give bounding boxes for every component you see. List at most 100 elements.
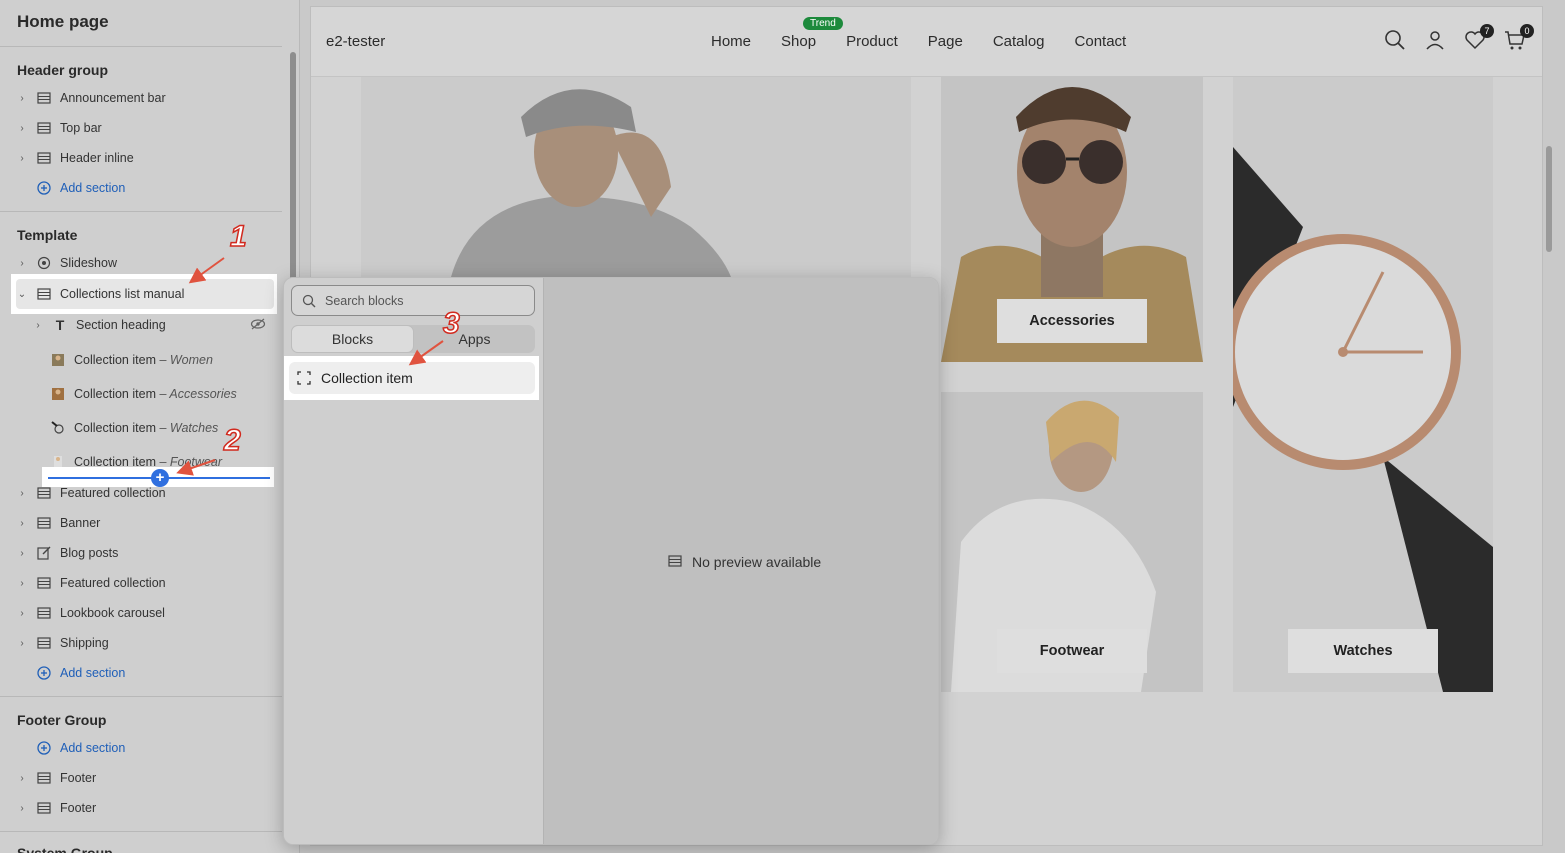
chevron-right-icon[interactable]: › [12, 548, 32, 559]
slideshow-icon [36, 256, 52, 270]
collection-card-accessories[interactable]: Accessories [941, 77, 1203, 362]
section-icon [36, 606, 52, 620]
block-label-suffix: – Women [155, 353, 213, 367]
section-icon [36, 91, 52, 105]
collection-card-watches[interactable]: Watches [1233, 77, 1493, 692]
chevron-right-icon[interactable]: › [12, 803, 32, 814]
section-featured-collection-2[interactable]: › Featured collection [12, 568, 274, 598]
section-announcement-bar[interactable]: › Announcement bar [12, 83, 274, 113]
block-label-suffix: – Accessories [155, 387, 237, 401]
plus-circle-icon [36, 666, 52, 680]
section-footer-2[interactable]: › Footer [12, 793, 274, 823]
account-icon[interactable] [1424, 29, 1446, 51]
plus-circle-icon [36, 181, 52, 195]
section-header-inline[interactable]: › Header inline [12, 143, 274, 173]
nav-contact[interactable]: Contact [1075, 33, 1127, 50]
section-collections-list-manual[interactable]: ⌄ Collections list manual [12, 279, 274, 309]
cart-count: 0 [1520, 24, 1534, 38]
block-preview-pane: No preview available [543, 278, 938, 844]
chevron-right-icon[interactable]: › [12, 123, 32, 134]
block-option-collection-item[interactable]: Collection item [289, 362, 535, 394]
block-collection-item-women[interactable]: Collection item – Women [44, 345, 274, 375]
block-label: Collection item [74, 387, 156, 401]
section-icon [36, 486, 52, 500]
divider [0, 696, 282, 697]
footer-group-title: Footer Group [17, 712, 107, 728]
block-label: Collection item [74, 353, 156, 367]
collection-label-watches: Watches [1288, 629, 1438, 673]
section-icon [36, 636, 52, 650]
section-banner[interactable]: › Banner [12, 508, 274, 538]
chevron-right-icon[interactable]: › [12, 488, 32, 499]
plus-circle-icon [36, 741, 52, 755]
add-section-header-button[interactable]: Add section [12, 173, 274, 203]
block-collection-item-accessories[interactable]: Collection item – Accessories [44, 379, 274, 409]
page-title: Home page [17, 12, 109, 31]
search-icon[interactable] [1384, 29, 1406, 51]
section-lookbook-carousel[interactable]: › Lookbook carousel [12, 598, 274, 628]
system-group-title: System Group [17, 845, 113, 853]
chevron-right-icon[interactable]: › [12, 518, 32, 529]
add-section-footer-button[interactable]: Add section [12, 733, 274, 763]
add-section-label: Add section [60, 666, 126, 680]
chevron-right-icon[interactable]: › [12, 608, 32, 619]
section-blog-posts[interactable]: › Blog posts [12, 538, 274, 568]
trend-badge: Trend [803, 17, 843, 30]
nav-product[interactable]: Product [846, 33, 898, 50]
thumbnail-icon [50, 353, 66, 367]
annotation-number-2: 2 [223, 423, 241, 458]
section-top-bar[interactable]: › Top bar [12, 113, 274, 143]
tab-apps[interactable]: Apps [414, 325, 535, 353]
cart-icon[interactable]: 0 [1504, 24, 1534, 51]
section-label: Collections list manual [60, 287, 185, 301]
chevron-right-icon[interactable]: › [12, 93, 32, 104]
nav-page[interactable]: Page [928, 33, 963, 50]
section-icon [36, 801, 52, 815]
search-placeholder: Search blocks [325, 293, 404, 308]
section-icon [668, 554, 682, 570]
section-label: Blog posts [60, 546, 119, 560]
block-section-heading[interactable]: › T Section heading [28, 310, 274, 340]
chevron-right-icon[interactable]: › [12, 578, 32, 589]
wishlist-icon[interactable]: 7 [1464, 24, 1494, 51]
header-group-title: Header group [17, 62, 109, 78]
thumbnail-icon [50, 387, 66, 401]
section-label: Banner [60, 516, 101, 530]
header-icons: 7 0 [1384, 24, 1534, 51]
collection-label-footwear: Footwear [997, 629, 1147, 673]
divider [0, 46, 282, 47]
nav-home[interactable]: Home [711, 33, 751, 50]
nav-catalog[interactable]: Catalog [993, 33, 1045, 50]
edit-icon [36, 546, 52, 560]
collection-card-footwear[interactable]: Footwear [941, 392, 1203, 692]
eye-hidden-icon[interactable] [250, 318, 266, 333]
annotation-number-3: 3 [442, 306, 460, 341]
tab-blocks[interactable]: Blocks [291, 325, 414, 353]
wishlist-count: 7 [1480, 24, 1494, 38]
section-featured-collection[interactable]: › Featured collection [12, 478, 274, 508]
block-label-suffix: – Watches [155, 421, 219, 435]
chevron-right-icon[interactable]: › [28, 320, 48, 331]
section-icon [36, 516, 52, 530]
nav-shop[interactable]: Shop [781, 33, 816, 50]
store-nav: Home Shop Product Page Catalog Contact [711, 33, 1126, 50]
add-section-label: Add section [60, 181, 126, 195]
chevron-right-icon[interactable]: › [12, 153, 32, 164]
section-icon [36, 151, 52, 165]
section-shipping[interactable]: › Shipping [12, 628, 274, 658]
watches-image [1233, 77, 1493, 692]
picker-tabs: Blocks Apps [291, 325, 535, 353]
women-image [361, 77, 911, 277]
chevron-right-icon[interactable]: › [12, 258, 32, 269]
search-icon [302, 294, 316, 308]
section-footer-1[interactable]: › Footer [12, 763, 274, 793]
preview-scrollbar[interactable] [1546, 146, 1552, 252]
store-brand[interactable]: e2-tester [326, 33, 385, 50]
chevron-down-icon[interactable]: ⌄ [12, 289, 32, 300]
section-label: Footer [60, 771, 97, 785]
search-blocks-input[interactable]: Search blocks [291, 285, 535, 316]
add-section-template-button[interactable]: Add section [12, 658, 274, 688]
collection-card-women[interactable] [361, 77, 911, 277]
chevron-right-icon[interactable]: › [12, 773, 32, 784]
chevron-right-icon[interactable]: › [12, 638, 32, 649]
